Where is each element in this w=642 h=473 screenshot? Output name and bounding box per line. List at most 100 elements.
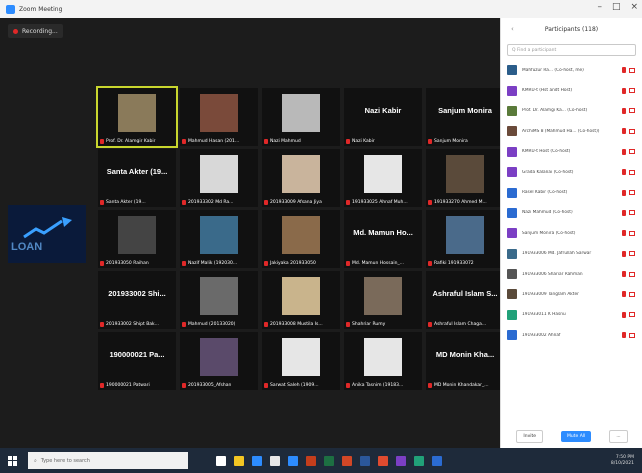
video-tile[interactable]: Anika Tasnim (19183... (344, 332, 422, 390)
video-tile[interactable]: Santa Akter (19... Santa Akter (19... (98, 149, 176, 207)
video-tile[interactable]: Sanjum Monira Sanjum Monira (426, 88, 504, 146)
avatar (507, 167, 517, 178)
store-icon[interactable] (270, 455, 280, 466)
participant-row[interactable]: 191933006 Md. Jafrullah Sarwar (501, 244, 642, 264)
tile-name-label: Md. Mamun Hossain_... (346, 259, 420, 267)
word-icon[interactable] (360, 455, 370, 466)
recording-indicator[interactable]: Recording... (8, 24, 63, 38)
muted-mic-icon (346, 260, 350, 266)
video-tile[interactable]: 201933002 Shi... 201933002 Shipt Bak... (98, 271, 176, 329)
tile-name-label: Sanjum Monira (428, 137, 502, 145)
participant-name: 191933006 Shariar Rahman (522, 271, 583, 277)
muted-mic-icon (100, 199, 104, 205)
tile-name-text: 201933008 Mustila Is... (270, 321, 323, 327)
video-off-icon (629, 332, 635, 338)
tile-name-text: Sanjum Monira (434, 138, 468, 144)
video-tile[interactable]: 201933050 Raihan (98, 210, 176, 268)
edge-icon[interactable] (252, 455, 262, 466)
muted-mic-icon (100, 321, 104, 327)
participant-row[interactable]: Nazi Mahmud (Co-host) (501, 203, 642, 223)
video-tile[interactable]: Md. Mamun Ho... Md. Mamun Hossain_... (344, 210, 422, 268)
participant-row[interactable]: KMRU-t (Hst andt Host) (501, 80, 642, 100)
video-off-icon (629, 312, 635, 318)
participant-row[interactable]: Mahfuzur Ra... (Co-host, me) (501, 60, 642, 80)
excel-icon[interactable] (324, 455, 334, 466)
video-tile[interactable]: Nazi Mahmud (262, 88, 340, 146)
muted-mic-icon (622, 250, 626, 257)
chrome-icon[interactable] (378, 455, 388, 466)
participant-display-name: 190000021 Pa... (109, 350, 165, 359)
collapse-icon[interactable]: ‹ (511, 25, 514, 33)
video-tile[interactable]: 201933302 Md Ra... (180, 149, 258, 207)
participant-row[interactable]: Prof. Dr. Alamgi Ka... (Co-host) (501, 101, 642, 121)
participant-row[interactable]: Grada Kalanai (Co-host) (501, 162, 642, 182)
task-view-icon[interactable] (216, 455, 226, 466)
participant-row[interactable]: 191933009 Tanglam Akter (501, 284, 642, 304)
video-tile[interactable]: 191933025 Ahnaf Muh... (344, 149, 422, 207)
participant-row[interactable]: 191933006 Shariar Rahman (501, 264, 642, 284)
video-tile[interactable]: 201933008 Mustila Is... (262, 271, 340, 329)
tile-name-label: 191933025 Ahnaf Muh... (346, 198, 420, 206)
shared-screen-thumbnail[interactable]: LOAN (8, 205, 86, 263)
more-button[interactable]: ... (609, 429, 628, 443)
participant-row[interactable]: 191933011 K Hasnu (501, 305, 642, 325)
video-tile[interactable]: Shahriar Rumy (344, 271, 422, 329)
mute-all-button[interactable]: Mute All (561, 430, 592, 442)
video-tile[interactable]: 191933270 Ahmed M... (426, 149, 504, 207)
tile-name-text: Nazi Kabir (352, 138, 375, 144)
mail-icon[interactable] (432, 455, 442, 466)
participant-row[interactable]: KMRU-t Host (Co-host) (501, 142, 642, 162)
tile-name-label: MD Monin Khandakar_... (428, 381, 502, 389)
participant-row[interactable]: 191933002 Ahnaf (501, 325, 642, 345)
participant-search-input[interactable]: Q Find a participant (507, 44, 636, 56)
search-icon: ⌕ (34, 457, 37, 464)
video-tile[interactable]: 190000021 Pa... 190000021 Patwari (98, 332, 176, 390)
video-tile[interactable]: 201933005_Afshan (180, 332, 258, 390)
participant-video (282, 338, 320, 376)
video-tile[interactable]: Ashraful Islam S... Ashraful Islam Chaga.… (426, 271, 504, 329)
maximize-icon[interactable]: □ (612, 2, 621, 12)
participant-row[interactable]: Sanjum Monira (Co-host) (501, 223, 642, 243)
video-tile[interactable]: Nazif Malik (192030... (180, 210, 258, 268)
video-tile[interactable]: Nazi Kabir Nazi Kabir (344, 88, 422, 146)
invite-button[interactable]: Invite (516, 429, 544, 443)
participant-row[interactable]: ArchiMS 8 (Mahmud Ha... (Co-host)) (501, 121, 642, 141)
video-tile[interactable]: Jakiyaka 201933050 (262, 210, 340, 268)
acrobat-icon[interactable] (342, 455, 352, 466)
file-explorer-icon[interactable] (234, 455, 244, 466)
zoom-taskbar-icon[interactable] (288, 455, 298, 466)
close-icon[interactable]: × (630, 2, 638, 12)
muted-mic-icon (182, 321, 186, 327)
participants-panel: ‹ Participants (118) Q Find a participan… (500, 18, 642, 448)
video-tile[interactable]: Prof. Dr. Alamgir Kabir (96, 86, 178, 148)
tile-name-label: 201933005_Afshan (182, 381, 256, 389)
participant-video (200, 338, 238, 376)
muted-mic-icon (100, 260, 104, 266)
muted-mic-icon (622, 209, 626, 216)
video-tile[interactable]: 201933009 Afsana Jiya (262, 149, 340, 207)
video-tile[interactable]: Sarwat Saleh (1909... (262, 332, 340, 390)
video-off-icon (629, 190, 635, 196)
tile-name-label: 191933270 Ahmed M... (428, 198, 502, 206)
video-tile[interactable]: Mahmud Hasan (201... (180, 88, 258, 146)
app-icon[interactable] (414, 455, 424, 466)
muted-mic-icon (428, 321, 432, 327)
windows-start-icon[interactable] (8, 455, 18, 466)
title-bar: Zoom Meeting – □ × (0, 0, 642, 18)
minimize-icon[interactable]: – (597, 2, 602, 12)
tile-name-text: Ashraful Islam Chaga... (434, 321, 487, 327)
tile-name-label: 201933302 Md Ra... (182, 198, 256, 206)
video-tile[interactable]: MD Monin Kha... MD Monin Khandakar_... (426, 332, 504, 390)
participant-name: Nazi Mahmud (Co-host) (522, 210, 573, 216)
taskbar-search-input[interactable]: ⌕ Type here to search (28, 452, 188, 469)
system-clock[interactable]: 7:50 PM 8/10/2021 (611, 455, 634, 467)
muted-mic-icon (622, 87, 626, 94)
video-tile[interactable]: Rafiki 191933072 (426, 210, 504, 268)
powerpoint-icon[interactable] (306, 455, 316, 466)
teams-icon[interactable] (396, 455, 406, 466)
trend-arrow-icon (23, 217, 72, 239)
video-tile[interactable]: Mahmud (20133020) (180, 271, 258, 329)
muted-mic-icon (346, 138, 350, 144)
tile-name-text: Shahriar Rumy (352, 321, 386, 327)
participant-row[interactable]: Rasel Kabir (Co-host) (501, 182, 642, 202)
